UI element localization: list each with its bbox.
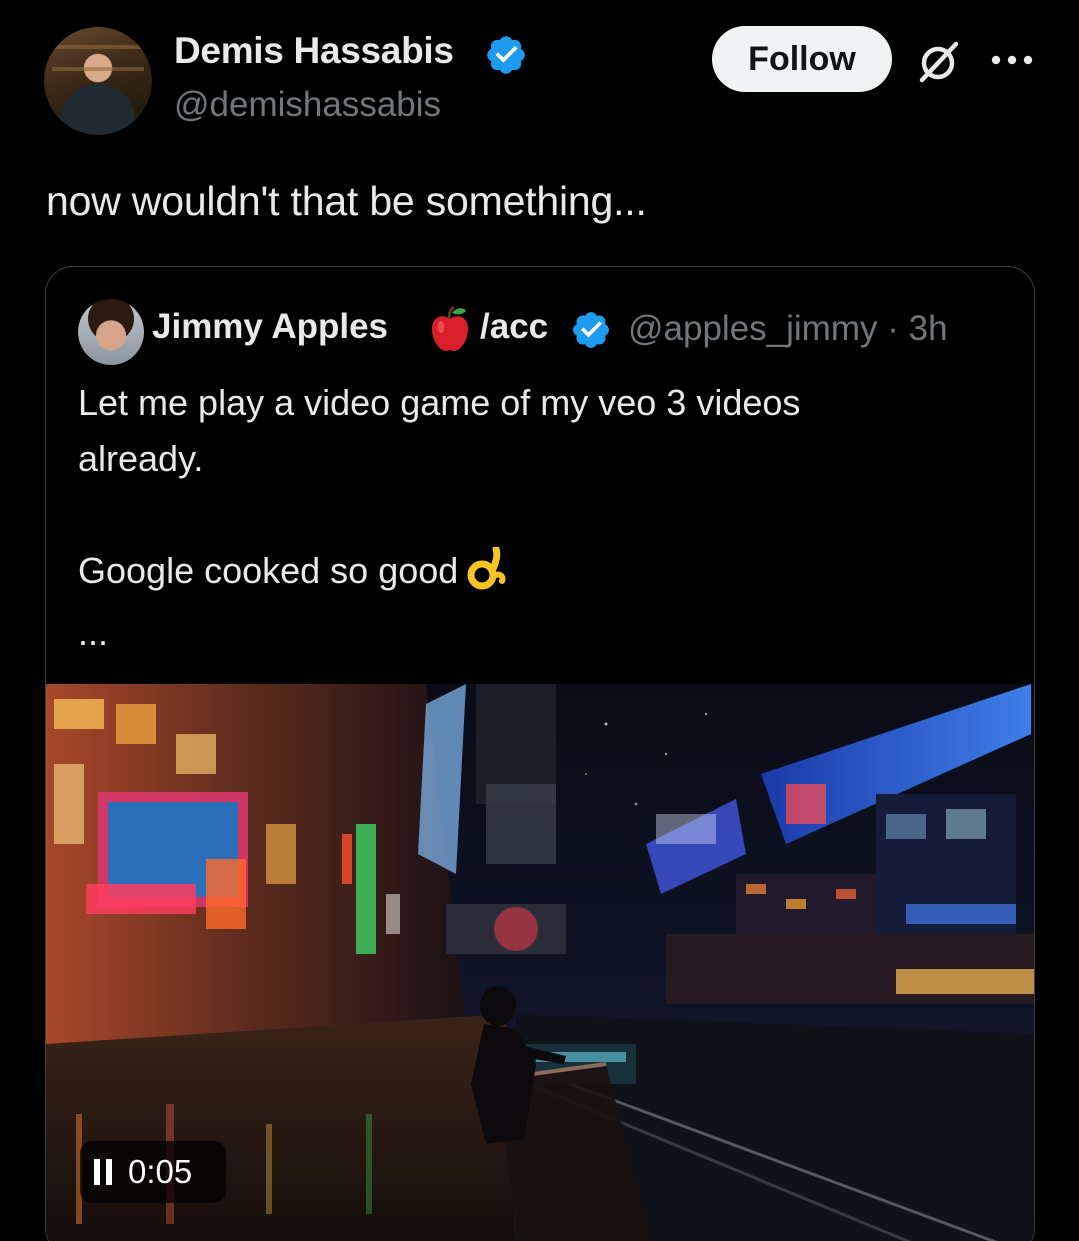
quoted-line: Google cooked so good xyxy=(78,550,459,591)
apple-emoji-icon xyxy=(432,305,468,351)
quoted-author-name[interactable]: Jimmy Apples xyxy=(152,307,388,347)
verified-badge-icon xyxy=(573,312,609,348)
video-timer[interactable]: 0:05 xyxy=(80,1141,226,1203)
quoted-handle-time[interactable]: @apples_jimmy · 3h xyxy=(628,309,948,349)
ok-hand-emoji-icon xyxy=(467,547,506,590)
quoted-line: already. xyxy=(78,438,204,479)
video-player[interactable]: 0:05 xyxy=(46,684,1034,1241)
quoted-line: ... xyxy=(78,612,109,653)
author-avatar[interactable] xyxy=(44,27,152,135)
pause-icon[interactable] xyxy=(94,1159,114,1185)
post-text: now wouldn't that be something... xyxy=(46,178,647,224)
quoted-author-avatar[interactable] xyxy=(78,299,144,365)
more-icon[interactable] xyxy=(990,50,1034,70)
verified-badge-icon xyxy=(487,36,525,74)
author-handle[interactable]: @demishassabis xyxy=(174,85,441,125)
quoted-line-with-emoji: Google cooked so good xyxy=(78,543,998,605)
tweet-page: Demis Hassabis @demishassabis Follow now… xyxy=(0,0,1079,1241)
quoted-text: Let me play a video game of my veo 3 vid… xyxy=(78,375,998,661)
quoted-tweet-card[interactable]: Jimmy Apples /acc @apples_jimmy · 3h Let… xyxy=(45,266,1035,1241)
quoted-line xyxy=(78,487,998,543)
quoted-author-name-suffix[interactable]: /acc xyxy=(480,307,548,347)
quoted-line: Let me play a video game of my veo 3 vid… xyxy=(78,382,801,423)
author-name[interactable]: Demis Hassabis xyxy=(174,30,454,72)
follow-button[interactable]: Follow xyxy=(712,26,892,92)
grok-icon[interactable] xyxy=(914,38,962,86)
video-time: 0:05 xyxy=(128,1153,193,1190)
